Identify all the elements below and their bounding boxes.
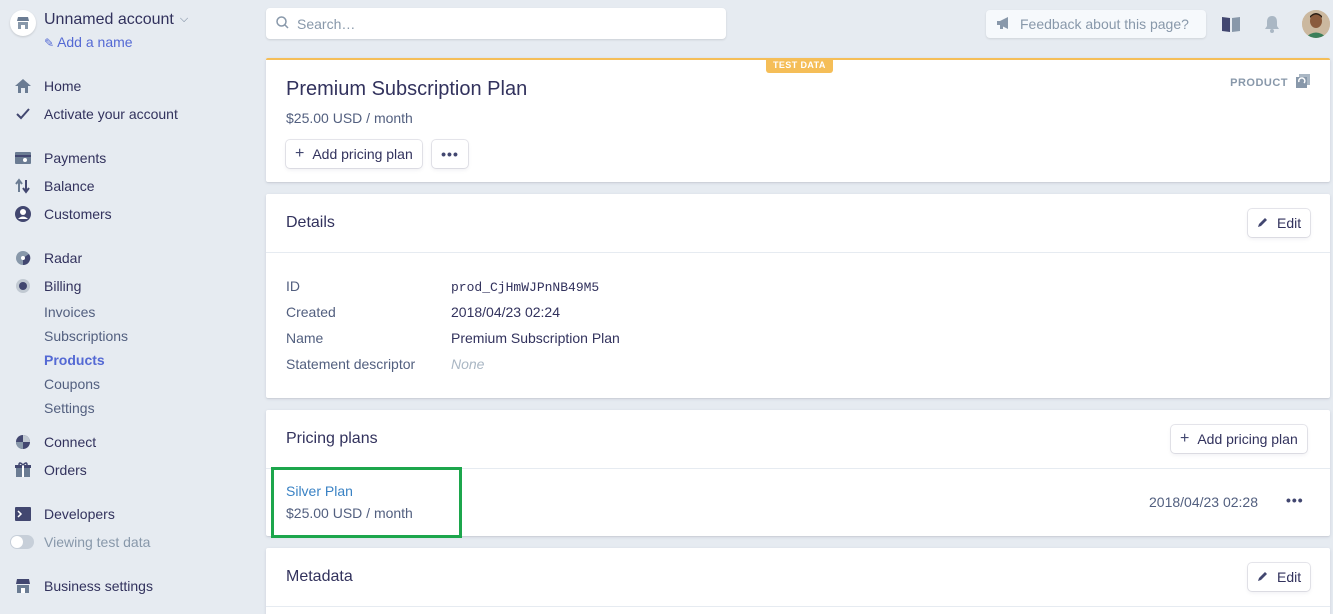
sidebar-item-label: Home <box>44 78 82 94</box>
product-header-card: TEST DATA Premium Subscription Plan $25.… <box>266 58 1330 182</box>
terminal-icon <box>14 505 32 523</box>
test-data-label: Viewing test data <box>44 534 151 550</box>
account-name-label: Unnamed account <box>44 11 174 28</box>
sidebar-item-label: Radar <box>44 250 83 266</box>
search-bar[interactable] <box>266 8 726 39</box>
sidebar-subitem-settings[interactable]: Settings <box>44 400 95 416</box>
sidebar-item-customers[interactable]: Customers <box>14 203 112 225</box>
sidebar-item-label: Developers <box>44 506 115 522</box>
plan-more-button[interactable]: ••• <box>1286 492 1304 508</box>
selection-highlight <box>271 467 462 538</box>
chevron-down-icon: ⌵ <box>179 13 189 25</box>
sidebar-subitem-coupons[interactable]: Coupons <box>44 376 100 392</box>
feedback-label: Feedback about this page? <box>1020 16 1189 32</box>
detail-value-statement-descriptor: None <box>451 356 485 372</box>
metadata-heading: Metadata <box>286 568 353 585</box>
button-label: Add pricing plan <box>1197 431 1298 447</box>
detail-label-name: Name <box>286 330 324 346</box>
add-pricing-plan-button[interactable]: + Add pricing plan <box>1171 425 1307 453</box>
details-heading: Details <box>286 214 335 231</box>
sidebar-item-label: Activate your account <box>44 106 178 122</box>
page-title: Premium Subscription Plan <box>286 78 528 100</box>
connect-icon <box>14 433 32 451</box>
sidebar-item-orders[interactable]: Orders <box>14 459 87 481</box>
sidebar-subitem-subscriptions[interactable]: Subscriptions <box>44 328 128 344</box>
metadata-card: Metadata Edit <box>266 548 1330 614</box>
details-header: Details Edit <box>266 194 1330 253</box>
detail-value-id: prod_CjHmWJPnNB49M5 <box>451 280 600 295</box>
docs-icon[interactable] <box>1221 14 1241 34</box>
bell-icon[interactable] <box>1262 14 1282 34</box>
sidebar-item-label: Customers <box>44 206 112 222</box>
plus-icon: + <box>1180 430 1190 447</box>
sidebar-item-label: Connect <box>44 434 97 450</box>
billing-icon <box>14 277 32 295</box>
customers-icon <box>14 205 32 223</box>
avatar[interactable] <box>1302 10 1330 38</box>
home-icon <box>14 77 32 95</box>
plan-created-date: 2018/04/23 02:28 <box>1149 494 1258 510</box>
more-icon: ••• <box>441 146 459 162</box>
more-options-button[interactable]: ••• <box>432 140 468 168</box>
toggle-switch[interactable] <box>10 535 34 549</box>
search-input[interactable] <box>297 15 697 32</box>
sidebar-item-home[interactable]: Home <box>14 75 81 97</box>
plus-icon: + <box>295 145 305 162</box>
add-name-label: Add a name <box>57 34 133 50</box>
pencil-icon <box>1257 215 1269 231</box>
detail-label-created: Created <box>286 304 336 320</box>
megaphone-icon <box>996 16 1012 32</box>
edit-details-button[interactable]: Edit <box>1248 209 1311 237</box>
detail-label-id: ID <box>286 278 300 294</box>
product-type-tag: PRODUCT <box>1230 74 1310 91</box>
sidebar-item-label: Balance <box>44 178 95 194</box>
sidebar-item-label: Business settings <box>44 578 153 594</box>
store-icon <box>14 577 32 595</box>
sidebar-item-label: Payments <box>44 150 107 166</box>
details-card: Details Edit ID prod_CjHmWJPnNB49M5 Crea… <box>266 194 1330 398</box>
test-data-badge: TEST DATA <box>766 58 833 73</box>
pencil-icon: ✎ <box>44 36 55 50</box>
pricing-plans-heading: Pricing plans <box>286 430 378 447</box>
product-price: $25.00 USD / month <box>286 110 413 126</box>
sidebar-subitem-products[interactable]: Products <box>44 352 105 368</box>
button-label: Edit <box>1277 215 1302 231</box>
add-name-link[interactable]: ✎ Add a name <box>44 34 133 50</box>
test-data-toggle[interactable]: Viewing test data <box>10 531 151 553</box>
product-type-label: PRODUCT <box>1230 76 1288 89</box>
sidebar-item-label: Billing <box>44 278 82 294</box>
add-pricing-plan-button[interactable]: + Add pricing plan <box>286 140 422 168</box>
store-icon <box>10 10 36 36</box>
sidebar-item-balance[interactable]: Balance <box>14 175 95 197</box>
detail-label-statement-descriptor: Statement descriptor <box>286 356 416 372</box>
sidebar-subitem-invoices[interactable]: Invoices <box>44 304 95 320</box>
sidebar-item-label: Orders <box>44 462 87 478</box>
payments-icon <box>14 149 32 167</box>
account-name[interactable]: Unnamed account ⌵ <box>44 11 188 29</box>
sidebar-item-activate[interactable]: Activate your account <box>14 103 178 125</box>
sidebar-item-business-settings[interactable]: Business settings <box>14 575 153 597</box>
metadata-header: Metadata Edit <box>266 548 1330 607</box>
radar-icon <box>14 249 32 267</box>
pricing-plans-header: Pricing plans + Add pricing plan <box>266 410 1330 469</box>
search-icon <box>276 15 289 32</box>
sidebar-item-radar[interactable]: Radar <box>14 247 82 269</box>
button-label: Edit <box>1277 569 1302 585</box>
balance-icon <box>14 177 32 195</box>
sidebar-item-billing[interactable]: Billing <box>14 275 81 297</box>
feedback-button[interactable]: Feedback about this page? <box>986 10 1206 38</box>
sidebar-item-payments[interactable]: Payments <box>14 147 106 169</box>
check-icon <box>14 105 32 123</box>
sidebar: Unnamed account ⌵ ✎ Add a name Home Activa… <box>0 0 252 614</box>
pencil-icon <box>1257 569 1269 585</box>
sidebar-item-developers[interactable]: Developers <box>14 503 115 525</box>
edit-metadata-button[interactable]: Edit <box>1248 563 1311 591</box>
detail-value-created: 2018/04/23 02:24 <box>451 304 560 320</box>
product-box-icon <box>1296 74 1310 91</box>
button-label: Add pricing plan <box>312 146 413 162</box>
orders-icon <box>14 461 32 479</box>
detail-value-name: Premium Subscription Plan <box>451 330 620 346</box>
sidebar-item-connect[interactable]: Connect <box>14 431 96 453</box>
